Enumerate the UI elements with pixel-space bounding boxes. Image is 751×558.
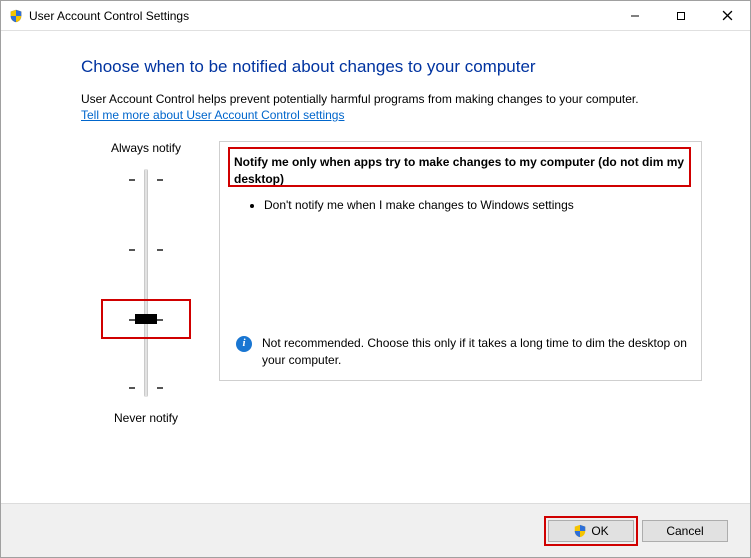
intro-text: User Account Control helps prevent poten… (81, 92, 639, 106)
notification-slider[interactable] (101, 169, 191, 397)
info-panel: Notify me only when apps try to make cha… (219, 141, 702, 381)
slider-label-top: Always notify (111, 141, 181, 155)
body-row: Always notify Never notify (81, 141, 702, 425)
ok-button[interactable]: OK (548, 520, 634, 542)
slider-tick (157, 319, 163, 321)
slider-thumb[interactable] (135, 314, 157, 324)
close-button[interactable] (704, 1, 750, 30)
info-bullet: Don't notify me when I make changes to W… (264, 197, 687, 214)
maximize-button[interactable] (658, 1, 704, 30)
shield-icon (9, 9, 23, 23)
page-title: Choose when to be notified about changes… (81, 57, 702, 77)
info-bullets: Don't notify me when I make changes to W… (234, 197, 687, 214)
slider-column: Always notify Never notify (81, 141, 211, 425)
slider-tick (157, 249, 163, 251)
slider-track (144, 169, 148, 397)
slider-tick (157, 387, 163, 389)
slider-label-bottom: Never notify (114, 411, 178, 425)
shield-icon (573, 524, 587, 538)
ok-button-label: OK (591, 524, 608, 538)
info-heading: Notify me only when apps try to make cha… (234, 154, 687, 186)
intro-block: User Account Control helps prevent poten… (81, 91, 702, 123)
window-title: User Account Control Settings (29, 9, 189, 23)
cancel-button[interactable]: Cancel (642, 520, 728, 542)
info-icon: i (236, 336, 252, 352)
content-area: Choose when to be notified about changes… (1, 31, 750, 503)
info-footer-text: Not recommended. Choose this only if it … (262, 335, 687, 369)
button-row: OK Cancel (1, 503, 750, 557)
slider-tick (129, 179, 135, 181)
cancel-button-label: Cancel (666, 524, 703, 538)
help-link[interactable]: Tell me more about User Account Control … (81, 108, 344, 122)
window-controls (612, 1, 750, 30)
slider-tick (129, 249, 135, 251)
minimize-button[interactable] (612, 1, 658, 30)
uac-settings-window: User Account Control Settings Choose whe… (0, 0, 751, 558)
slider-tick (157, 179, 163, 181)
info-footer: i Not recommended. Choose this only if i… (234, 335, 687, 369)
titlebar: User Account Control Settings (1, 1, 750, 31)
slider-tick (129, 387, 135, 389)
